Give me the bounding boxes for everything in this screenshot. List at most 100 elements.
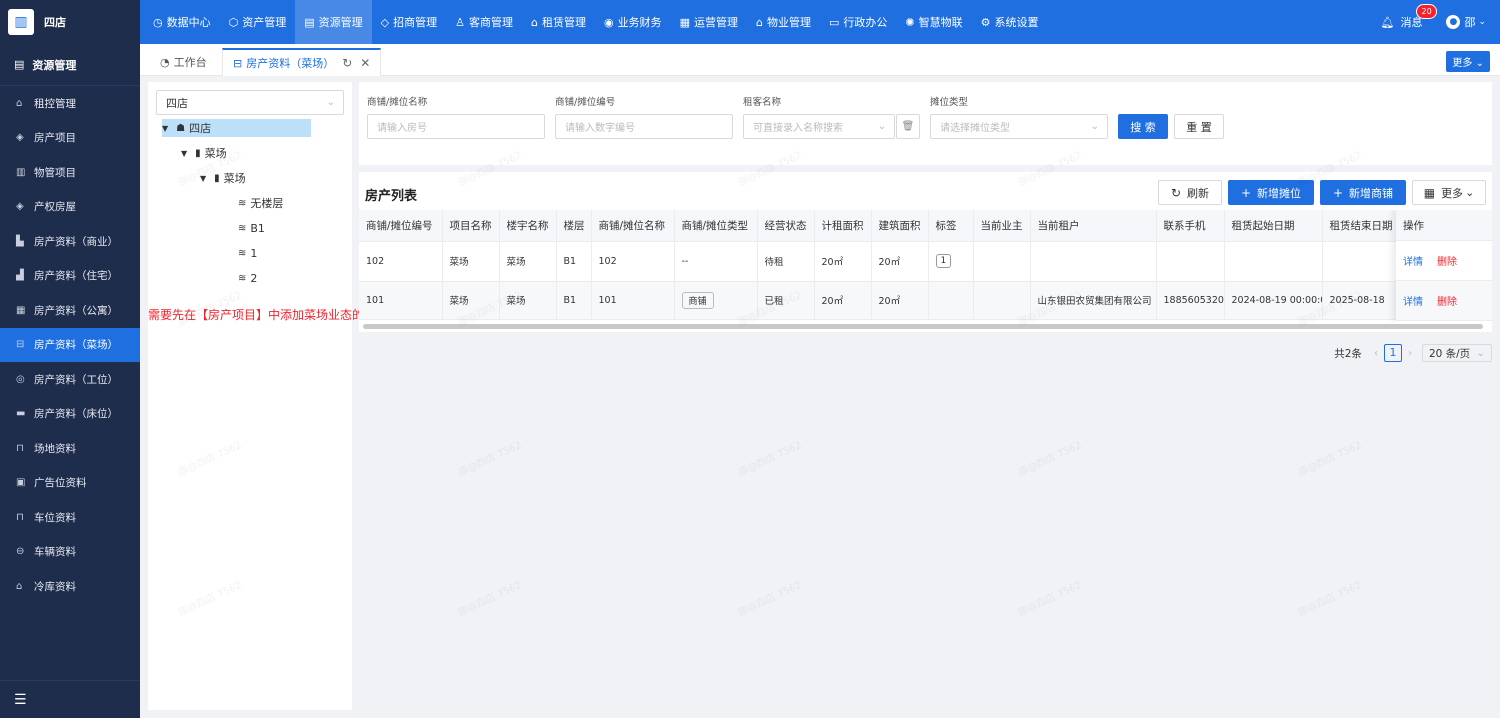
sidebar-item[interactable]: ⊟ 房产资料（菜场） xyxy=(0,327,140,362)
grid-icon: ▦ xyxy=(1423,185,1436,200)
column-header: 楼宇名称 xyxy=(499,210,557,242)
close-icon[interactable]: ✕ xyxy=(360,56,370,70)
add-shop-button[interactable]: + 新增商铺 xyxy=(1320,180,1406,205)
topnav-item[interactable]: ◇ 招商管理 xyxy=(372,0,446,44)
sidebar-item[interactable]: ⌂ 租控管理 xyxy=(0,86,140,121)
sidebar-item[interactable]: ▥ 物管项目 xyxy=(0,155,140,190)
tenant-name-label: 租客名称 xyxy=(743,97,782,108)
tree-node-floor[interactable]: ≋ 2 xyxy=(238,269,257,287)
sidebar-item-label: 冷库资料 xyxy=(34,580,76,593)
tree-node-label: 菜场 xyxy=(204,147,227,160)
topnav-item[interactable]: ⌂ 租赁管理 xyxy=(522,0,595,44)
table-row[interactable]: 101 菜场 菜场 B1 101 商铺 已租 20㎡ 20㎡ 山东银田农贸集团有… xyxy=(359,281,1492,320)
tree-node-floor[interactable]: ≋ 1 xyxy=(238,244,257,262)
stall-code-input[interactable]: 请输入数字编号 xyxy=(555,114,733,139)
topnav-label: 资源管理 xyxy=(318,16,363,29)
total-count: 共2条 xyxy=(1334,347,1362,360)
column-header: 商铺/摊位类型 xyxy=(674,210,758,242)
sidebar-item[interactable]: ▙ 房产资料（商业） xyxy=(0,224,140,259)
cell-project: 菜场 xyxy=(442,241,500,282)
property-table: 商铺/摊位编号 项目名称 楼宇名称 楼层 商铺/摊位名称 商铺/摊位类型 经营状态 计租面积建… xyxy=(359,210,1492,322)
sidebar-item[interactable]: ⊖ 车辆资料 xyxy=(0,535,140,570)
store-select[interactable]: 四店 ⌄ xyxy=(156,90,344,115)
topnav-item[interactable]: ♙ 客商管理 xyxy=(446,0,522,44)
delete-link[interactable]: 删除 xyxy=(1437,293,1457,308)
tree-node-floor[interactable]: ≋ 无楼层 xyxy=(238,194,283,212)
sidebar-item-label: 房产资料（菜场） xyxy=(34,339,118,352)
horizontal-scrollbar[interactable] xyxy=(363,324,1483,329)
menu-icon: ⊓ xyxy=(16,442,24,454)
sidebar-item[interactable]: ⌂ 冷库资料 xyxy=(0,569,140,604)
sidebar-item[interactable]: ▣ 广告位资料 xyxy=(0,466,140,501)
caret-down-icon: ▼ xyxy=(162,123,169,133)
column-header: 标签 xyxy=(928,210,974,242)
list-more-button[interactable]: ▦ 更多 ⌄ xyxy=(1412,180,1486,205)
top-right: 🔔︎ 消息 20 ● 邵 ⌄ xyxy=(1380,0,1486,44)
stall-type-select[interactable]: 请选择摊位类型 ⌄ xyxy=(930,114,1108,139)
sidebar-item[interactable]: ◈ 房产项目 xyxy=(0,121,140,156)
topnav-item[interactable]: ▤ 资源管理 xyxy=(295,0,372,44)
menu-icon: ⊖ xyxy=(16,546,25,558)
cell-type: 商铺 xyxy=(674,281,758,320)
annotation-note: 需要先在【房产项目】中添加菜场业态的信息 xyxy=(148,308,389,322)
tag-badge: 1 xyxy=(935,254,952,268)
tenant-name-select[interactable]: 可直接录入名称搜索 ⌄ xyxy=(743,114,895,139)
next-page-icon[interactable]: › xyxy=(1408,348,1412,359)
org-icon: ☗ xyxy=(176,122,186,134)
tab-workbench[interactable]: ◔ 工作台 xyxy=(150,48,217,76)
clear-icon[interactable]: 🗑︎ xyxy=(896,114,920,139)
topnav-item[interactable]: ⬡ 资产管理 xyxy=(220,0,296,44)
tree-node-floor[interactable]: ≋ B1 xyxy=(238,219,265,237)
logo[interactable]: ▥ 四店 xyxy=(0,0,140,44)
refresh-tab-icon[interactable]: ↻ xyxy=(342,56,352,70)
page-size-select[interactable]: 20 条/页 ⌄ xyxy=(1421,344,1492,362)
prev-page-icon[interactable]: ‹ xyxy=(1374,348,1378,359)
topnav-item[interactable]: ✺ 智慧物联 xyxy=(896,0,971,44)
detail-link[interactable]: 详情 xyxy=(1403,293,1423,308)
topnav-item[interactable]: ⚙ 系统设置 xyxy=(972,0,1048,44)
tabs-more-button[interactable]: 更多 ⌄ xyxy=(1446,51,1490,72)
detail-link[interactable]: 详情 xyxy=(1403,253,1423,268)
add-stall-button[interactable]: + 新增摊位 xyxy=(1228,180,1314,205)
tab-current[interactable]: ⊟ 房产资料（菜场） ↻ ✕ xyxy=(222,48,382,76)
sidebar: ▤ 资源管理 ⌂ 租控管理 ◈ 房产项目 ▥ 物管项目 ◈ 产权房屋 ▙ 房产资料（商业） ▟ 房产资… xyxy=(0,44,140,718)
sidebar-item-label: 场地资料 xyxy=(34,442,76,455)
topnav-item[interactable]: ◉ 业务财务 xyxy=(595,0,671,44)
sidebar-item[interactable]: ⊓ 场地资料 xyxy=(0,431,140,466)
tree-node-label: 四店 xyxy=(189,122,212,135)
messages-button[interactable]: 🔔︎ 消息 20 xyxy=(1380,4,1437,30)
refresh-button[interactable]: ↻ 刷新 xyxy=(1158,180,1222,205)
page-number[interactable]: 1 xyxy=(1383,344,1402,362)
column-header: 建筑面积 xyxy=(871,210,929,242)
sidebar-item[interactable]: ▟ 房产资料（住宅） xyxy=(0,259,140,294)
tree-node-label: B1 xyxy=(250,221,265,235)
menu-icon: ⊓ xyxy=(16,511,24,523)
reset-button[interactable]: 重 置 xyxy=(1174,114,1224,139)
search-button[interactable]: 搜 索 xyxy=(1118,114,1168,139)
sidebar-item[interactable]: ▬ 房产资料（床位） xyxy=(0,397,140,432)
sidebar-item[interactable]: ▦ 房产资料（公寓） xyxy=(0,293,140,328)
cell-tag: 1 xyxy=(928,241,974,282)
sidebar-title: ▤ 资源管理 xyxy=(0,44,140,86)
cell-floor: B1 xyxy=(556,281,592,320)
sidebar-item[interactable]: ◎ 房产资料（工位） xyxy=(0,362,140,397)
sidebar-item[interactable]: ◈ 产权房屋 xyxy=(0,190,140,225)
stall-name-input[interactable]: 请输入房号 xyxy=(367,114,545,139)
topnav-item[interactable]: ▭ 行政办公 xyxy=(820,0,896,44)
tree-node-building[interactable]: ▼ ▮ 菜场 xyxy=(200,169,246,187)
collapse-menu-icon[interactable]: ☰ xyxy=(0,680,140,718)
cell-phone: 18856053204 xyxy=(1156,281,1225,320)
topnav-item[interactable]: ▦ 运营管理 xyxy=(671,0,747,44)
table-row[interactable]: 102 菜场 菜场 B1 102 -- 待租 20㎡ 20㎡ 1 xyxy=(359,241,1492,282)
delete-link[interactable]: 删除 xyxy=(1437,253,1457,268)
cell-start: 2024-08-19 00:00:00 xyxy=(1224,281,1323,320)
cell-tenant xyxy=(1030,241,1157,282)
tabs-more-label: 更多 xyxy=(1452,58,1473,69)
tree-node-project[interactable]: ▼ ▮ 菜场 xyxy=(181,144,227,162)
tree-node-store[interactable]: ▼ ☗ 四店 xyxy=(162,119,312,137)
user-menu[interactable]: ● 邵 ⌄ xyxy=(1446,14,1486,30)
topnav-item[interactable]: ⌂ 物业管理 xyxy=(747,0,820,44)
topnav-item[interactable]: ◷ 数据中心 xyxy=(144,0,220,44)
tab-workbench-label: 工作台 xyxy=(173,56,207,69)
sidebar-item[interactable]: ⊓ 车位资料 xyxy=(0,500,140,535)
